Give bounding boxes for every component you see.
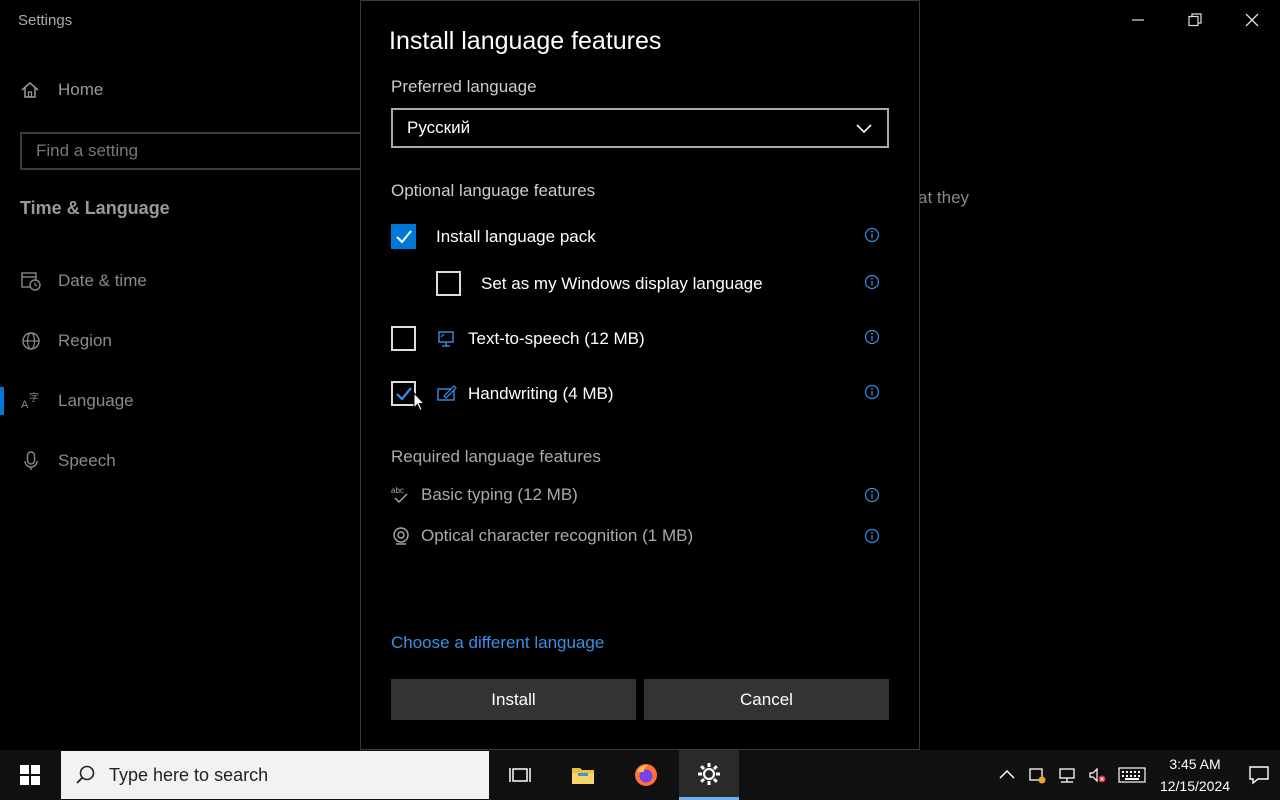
close-button[interactable] (1223, 0, 1280, 40)
dialog-title: Install language features (389, 27, 662, 55)
info-icon[interactable] (864, 227, 880, 243)
preferred-language-label: Preferred language (391, 77, 537, 96)
optional-features-label: Optional language features (391, 181, 596, 200)
option-label: Handwriting (4 MB) (468, 383, 614, 403)
language-icon: A字 (21, 391, 39, 411)
abc-check-icon: abc (391, 486, 408, 503)
clock-time: 3:45 AM (1169, 756, 1221, 772)
restore-button[interactable] (1166, 0, 1223, 40)
sidebar-item-label: Region (58, 331, 112, 350)
action-center-button[interactable] (1238, 750, 1280, 800)
required-item-label: Basic typing (12 MB) (421, 485, 578, 504)
notification-icon (1249, 766, 1269, 785)
file-explorer-button[interactable] (553, 750, 613, 800)
text-to-speech-checkbox[interactable] (391, 326, 416, 351)
settings-taskbar-button[interactable] (679, 750, 739, 800)
option-label: Text-to-speech (12 MB) (468, 328, 645, 348)
volume-button[interactable] (1082, 750, 1112, 800)
sidebar-item-region[interactable]: Region (20, 330, 112, 352)
sidebar-item-label: Language (58, 391, 134, 410)
nav-home[interactable]: Home (20, 80, 103, 100)
ocr-icon (393, 527, 409, 545)
checkmark-icon (395, 386, 412, 401)
sidebar-item-label: Speech (58, 451, 116, 470)
search-icon (76, 765, 95, 784)
start-button[interactable] (0, 750, 60, 800)
cancel-button[interactable]: Cancel (644, 679, 889, 720)
sidebar-item-date-time[interactable]: Date & time (20, 270, 147, 292)
tray-app-button[interactable] (1022, 750, 1052, 800)
required-item-basic-typing: abc Basic typing (12 MB) (391, 485, 578, 505)
chevron-up-icon (999, 769, 1015, 779)
selected-language: Русский (407, 118, 471, 137)
set-display-language-checkbox[interactable] (436, 271, 461, 296)
close-icon (1245, 13, 1258, 27)
svg-text:字: 字 (29, 391, 39, 404)
sidebar-item-language[interactable]: A字 Language (20, 390, 134, 412)
install-button[interactable]: Install (391, 679, 636, 720)
handwriting-icon (437, 384, 457, 401)
find-setting-box[interactable] (20, 132, 365, 170)
clock-date: 12/15/2024 (1159, 778, 1231, 794)
folder-icon (572, 768, 594, 784)
firefox-icon (635, 764, 657, 786)
volume-muted-icon (1089, 767, 1106, 783)
windows-logo-icon (20, 765, 40, 785)
info-icon[interactable] (864, 528, 880, 544)
language-dropdown[interactable]: Русский (391, 108, 889, 148)
speech-icon (438, 330, 454, 347)
globe-icon (22, 332, 40, 350)
checkmark-icon (395, 229, 412, 243)
taskbar-search-box[interactable]: Type here to search (61, 751, 489, 799)
task-view-button[interactable] (490, 750, 550, 800)
install-language-features-dialog: Install language features Preferred lang… (360, 0, 920, 750)
keyboard-icon (1118, 767, 1146, 783)
required-item-ocr: Optical character recognition (1 MB) (391, 526, 693, 546)
taskbar-search-placeholder: Type here to search (109, 764, 269, 785)
minimize-button[interactable] (1109, 0, 1166, 40)
svg-text:A: A (21, 399, 29, 411)
network-button[interactable] (1052, 750, 1082, 800)
taskbar: Type here to search 3:45 AM 12/15/2024 (0, 750, 1280, 800)
update-warning-icon (1029, 768, 1046, 784)
mouse-cursor-icon (413, 392, 425, 412)
task-view-icon (509, 768, 531, 782)
microphone-icon (24, 451, 38, 470)
restore-icon (1187, 13, 1202, 27)
option-install-language-pack[interactable]: Install language pack (391, 224, 596, 249)
install-language-pack-checkbox[interactable] (391, 224, 416, 249)
sidebar-item-speech[interactable]: Speech (20, 450, 116, 472)
window-title: Settings (18, 12, 73, 29)
touch-keyboard-button[interactable] (1112, 750, 1152, 800)
find-setting-input[interactable] (36, 141, 336, 161)
chevron-down-icon (856, 124, 872, 134)
home-icon (21, 82, 39, 98)
system-tray: 3:45 AM 12/15/2024 (992, 750, 1280, 800)
sidebar-item-label: Date & time (58, 271, 147, 290)
window-controls (1109, 0, 1280, 40)
minimize-icon (1131, 19, 1144, 21)
clock[interactable]: 3:45 AM 12/15/2024 (1152, 753, 1238, 797)
info-icon[interactable] (864, 329, 880, 345)
network-icon (1059, 768, 1075, 783)
section-title: Time & Language (20, 198, 170, 218)
info-icon[interactable] (864, 384, 880, 400)
background-description-text: at they (918, 188, 970, 207)
option-set-display-language[interactable]: Set as my Windows display language (436, 271, 763, 296)
calendar-clock-icon (21, 272, 41, 291)
active-indicator (0, 387, 4, 415)
home-label: Home (58, 80, 104, 99)
option-text-to-speech[interactable]: Text-to-speech (12 MB) (391, 326, 645, 351)
firefox-button[interactable] (616, 750, 676, 800)
required-features-label: Required language features (391, 447, 601, 466)
show-hidden-icons-button[interactable] (992, 750, 1022, 800)
required-item-label: Optical character recognition (1 MB) (421, 526, 694, 545)
info-icon[interactable] (864, 487, 880, 503)
info-icon[interactable] (864, 274, 880, 290)
svg-text:abc: abc (391, 486, 404, 495)
option-label: Install language pack (436, 226, 596, 246)
option-label: Set as my Windows display language (481, 273, 763, 293)
choose-different-language-link[interactable]: Choose a different language (391, 633, 604, 653)
gear-icon (698, 762, 720, 785)
